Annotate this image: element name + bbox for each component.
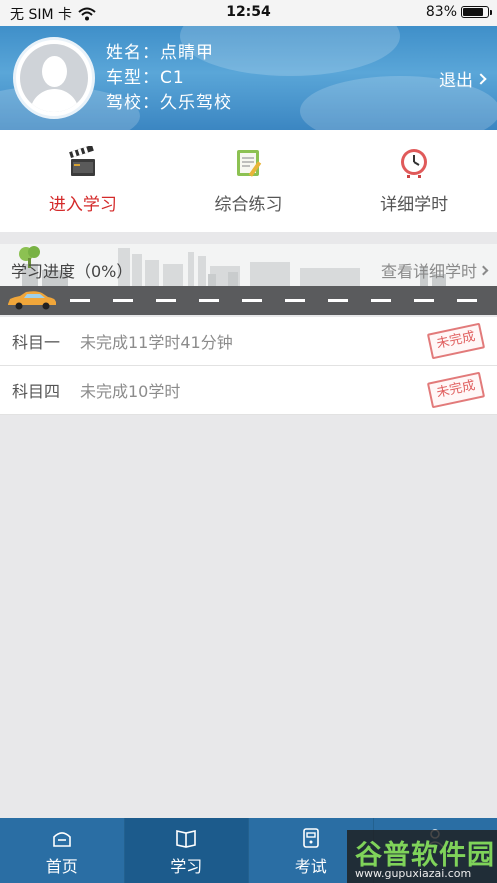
- avatar[interactable]: [13, 37, 95, 119]
- status-bar: 无 SIM 卡 12:54 83%: [0, 0, 497, 26]
- road-dash: [242, 299, 262, 302]
- enter-study-button[interactable]: 进入学习: [0, 130, 166, 232]
- car-type-row: 车型：C1: [106, 66, 232, 91]
- list-item-subject-4[interactable]: 科目四 未完成10学时 未完成: [0, 366, 497, 415]
- school-row: 驾校：久乐驾校: [106, 91, 232, 116]
- clock-icon: [401, 149, 428, 178]
- road-dash: [199, 299, 219, 302]
- view-study-hours-label: 查看详细学时: [380, 262, 477, 281]
- tab-home-label: 首页: [45, 857, 78, 876]
- battery-icon: [461, 6, 492, 18]
- subject-name: 科目一: [12, 333, 61, 352]
- practice-button[interactable]: 综合练习: [166, 130, 332, 232]
- study-hours-button[interactable]: 详细学时: [331, 130, 497, 232]
- logout-button[interactable]: 退出: [439, 66, 487, 91]
- subject-name: 科目四: [12, 382, 61, 401]
- view-study-hours-link[interactable]: 查看详细学时: [380, 258, 489, 282]
- road-dash: [414, 299, 434, 302]
- car-icon: [8, 291, 56, 310]
- school-label: 驾校：: [106, 93, 160, 113]
- car-type-label: 车型：: [106, 68, 160, 88]
- road-dash: [285, 299, 305, 302]
- list-item-subject-1[interactable]: 科目一 未完成11学时41分钟 未完成: [0, 317, 497, 366]
- profile-header: 姓名：点睛甲 车型：C1 驾校：久乐驾校 退出: [0, 26, 497, 130]
- tab-exam-label: 考试: [294, 857, 327, 876]
- subject-status: 未完成10学时: [80, 382, 181, 401]
- incomplete-stamp: 未完成: [426, 322, 486, 360]
- notepad-icon: [236, 150, 261, 177]
- chevron-right-icon: [475, 72, 487, 85]
- school-value: 久乐驾校: [160, 93, 232, 113]
- tab-study[interactable]: 学习: [124, 818, 249, 883]
- road-dash: [371, 299, 391, 302]
- road-dash: [70, 299, 90, 302]
- logout-label: 退出: [439, 71, 473, 91]
- subject-list: 科目一 未完成11学时41分钟 未完成 科目四 未完成10学时 未完成: [0, 317, 497, 415]
- name-label: 姓名：: [106, 43, 160, 63]
- road-dash: [156, 299, 176, 302]
- subject-status: 未完成11学时41分钟: [80, 333, 233, 352]
- car-type-value: C1: [160, 68, 185, 88]
- watermark-url: www.gupuxiazai.com: [355, 867, 472, 880]
- name-row: 姓名：点睛甲: [106, 41, 232, 66]
- battery-percent: 83%: [425, 4, 457, 20]
- clapperboard-icon: [68, 146, 95, 176]
- road-dash: [457, 299, 477, 302]
- clock-time: 12:54: [226, 4, 271, 20]
- chevron-right-icon: [478, 265, 489, 275]
- book-icon: [176, 830, 197, 848]
- name-value: 点睛甲: [160, 43, 214, 63]
- home-icon: [52, 832, 71, 847]
- profile-info: 姓名：点睛甲 车型：C1 驾校：久乐驾校: [106, 41, 232, 116]
- progress-road: [0, 286, 497, 315]
- tab-study-label: 学习: [170, 857, 203, 876]
- road-dash: [113, 299, 133, 302]
- watermark: 谷普软件园 www.gupuxiazai.com: [347, 830, 497, 883]
- road-dash: [328, 299, 348, 302]
- study-hours-label: 详细学时: [380, 195, 449, 215]
- study-progress[interactable]: 学习进度（0%） 查看详细学时: [0, 244, 497, 315]
- enter-study-label: 进入学习: [48, 195, 117, 215]
- progress-title: 学习进度（0%）: [11, 262, 133, 281]
- function-row: 进入学习 综合练习 详细学时: [0, 130, 497, 232]
- status-right: 83%: [425, 4, 492, 20]
- exam-icon: [302, 828, 319, 848]
- tab-home[interactable]: 首页: [0, 818, 125, 883]
- incomplete-stamp: 未完成: [426, 371, 486, 409]
- practice-label: 综合练习: [214, 195, 283, 215]
